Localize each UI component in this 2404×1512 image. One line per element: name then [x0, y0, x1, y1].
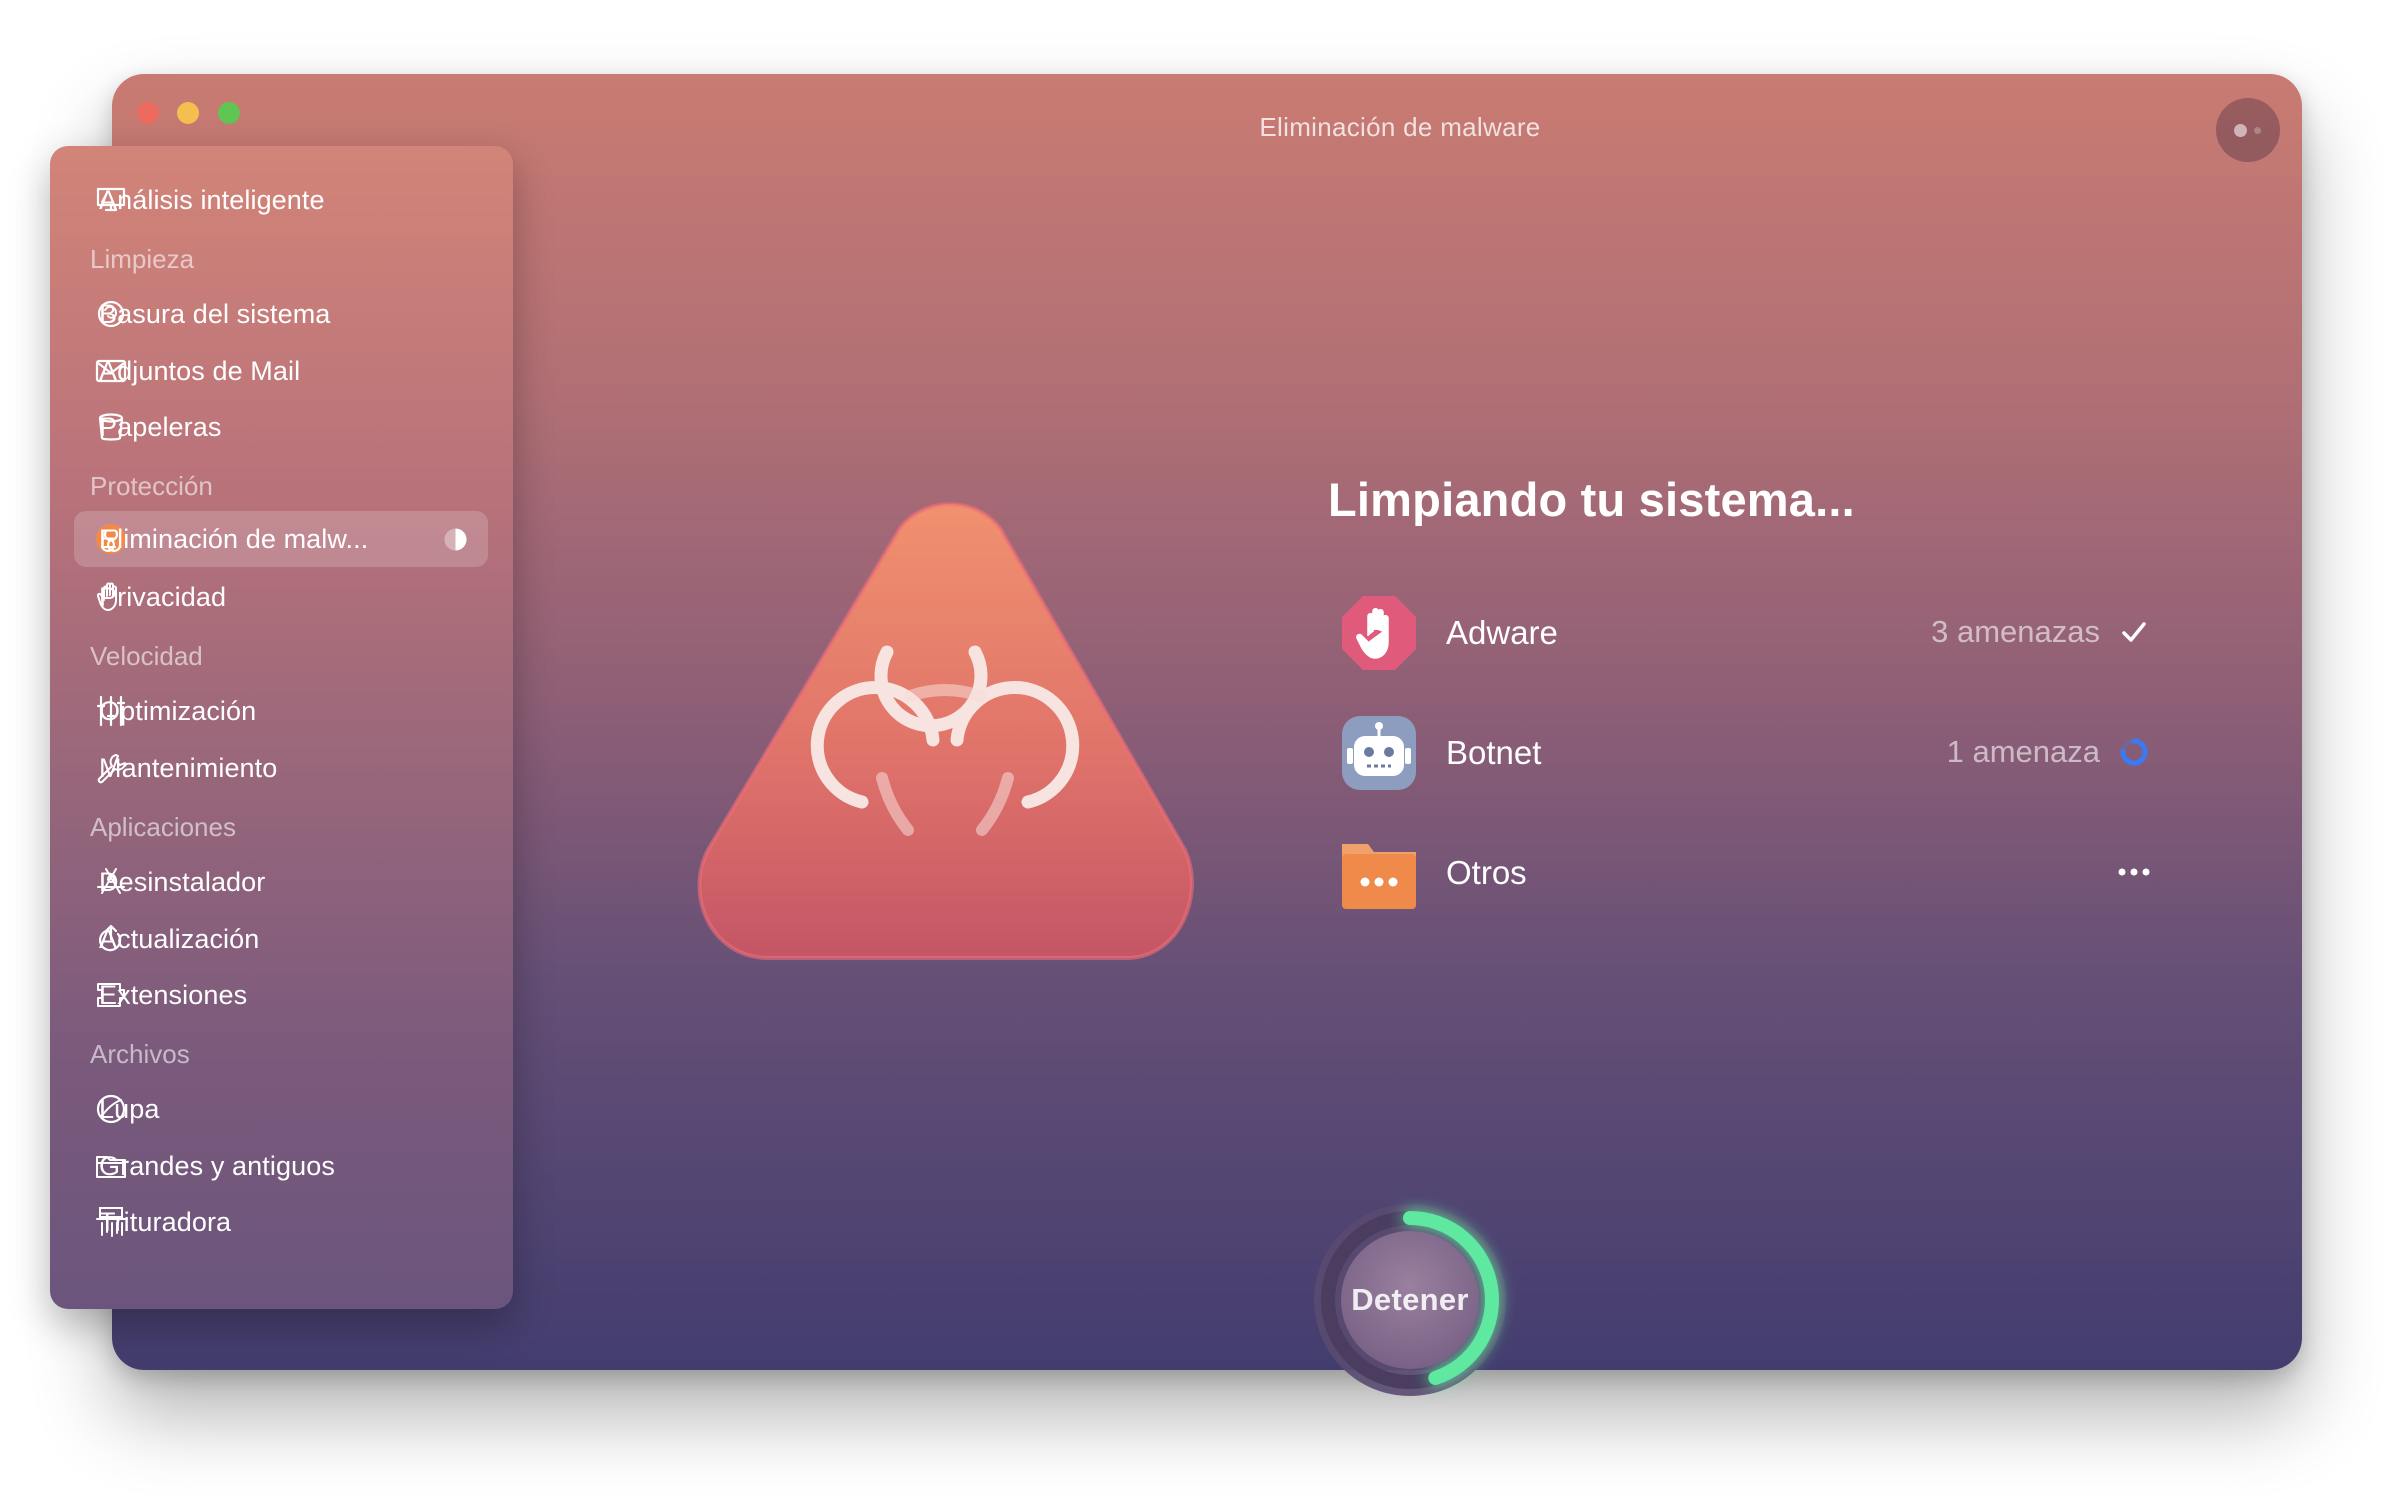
assistant-small-dot-icon — [2254, 127, 2261, 134]
ellipsis-icon — [2118, 868, 2150, 876]
others-folder-icon — [1342, 844, 1416, 909]
sidebar-item-label: Grandes y antiguos — [99, 1151, 335, 1181]
sidebar-item-label: Basura del sistema — [99, 299, 331, 329]
sidebar-item-updater[interactable]: Actualización — [74, 911, 488, 967]
botnet-robot-icon — [1342, 716, 1416, 790]
sidebar-item-label: Mantenimiento — [99, 753, 278, 783]
adware-hand-icon — [1342, 596, 1416, 670]
sidebar-item-maintenance[interactable]: Mantenimiento — [74, 740, 488, 796]
sidebar-section-title: Archivos — [90, 1039, 190, 1069]
sidebar-item-label: Optimización — [99, 696, 257, 726]
biohazard-hero-icon — [697, 502, 1194, 960]
sidebar-item-large-old-files[interactable]: Grandes y antiguos — [74, 1138, 488, 1194]
threat-count: 1 amenaza — [1946, 734, 2100, 769]
sidebar-item-label: Privacidad — [99, 582, 227, 612]
sidebar-item-label: Lupa — [99, 1094, 160, 1124]
stop-control: Detener — [1305, 1195, 1515, 1405]
window-close-button[interactable] — [137, 102, 159, 124]
window-minimize-button[interactable] — [177, 102, 199, 124]
page-heading: Limpiando tu sistema... — [1328, 473, 1855, 526]
sidebar-section-title: Limpieza — [90, 244, 195, 274]
window-maximize-button[interactable] — [218, 102, 240, 124]
threat-name: Otros — [1446, 854, 1527, 891]
stop-button[interactable]: Detener — [1341, 1231, 1479, 1369]
sidebar-item-smart-scan[interactable]: Análisis inteligente — [74, 172, 488, 228]
threat-name: Botnet — [1446, 734, 1542, 771]
sidebar-item-label: Análisis inteligente — [99, 185, 325, 215]
sidebar-item-trash-bins[interactable]: Papeleras — [74, 399, 488, 455]
sidebar-item-system-junk[interactable]: Basura del sistema — [74, 286, 488, 342]
sidebar-item-label: Actualización — [99, 924, 260, 954]
sidebar-item-mail-attachments[interactable]: Adjuntos de Mail — [74, 343, 488, 399]
sidebar-item-lens[interactable]: Lupa — [74, 1081, 488, 1137]
threat-row-botnet[interactable]: Botnet 1 amenaza — [1340, 710, 2160, 796]
assistant-dot-icon — [2234, 124, 2247, 137]
sidebar: Análisis inteligente Limpieza Basura del… — [50, 146, 513, 1309]
threat-row-others[interactable]: Otros — [1340, 830, 2160, 916]
sidebar-item-malware-removal[interactable]: Eliminación de malw... — [74, 511, 488, 567]
threat-count: 3 amenazas — [1931, 614, 2100, 649]
scanning-spinner-icon — [2120, 738, 2148, 766]
sidebar-item-label: Extensiones — [99, 980, 248, 1010]
sidebar-item-uninstaller[interactable]: Desinstalador — [74, 854, 488, 910]
sidebar-section-title: Velocidad — [90, 641, 203, 671]
sidebar-item-label: Desinstalador — [99, 867, 266, 897]
sidebar-section-title: Aplicaciones — [90, 812, 236, 842]
checkmark-icon — [2122, 622, 2146, 642]
sidebar-item-extensions[interactable]: Extensiones — [74, 967, 488, 1023]
sidebar-item-shredder[interactable]: Trituradora — [74, 1194, 488, 1250]
sidebar-section-title: Protección — [90, 471, 213, 501]
progress-pie-icon — [444, 528, 467, 551]
sidebar-item-label: Adjuntos de Mail — [99, 356, 301, 386]
assistant-button[interactable] — [2216, 98, 2280, 162]
sidebar-item-optimization[interactable]: Optimización — [74, 683, 488, 739]
window-title: Eliminación de malware — [1259, 112, 1541, 142]
threat-row-adware[interactable]: Adware 3 amenazas — [1340, 590, 2160, 676]
sidebar-item-privacy[interactable]: Privacidad — [74, 569, 488, 625]
sidebar-item-label: Papeleras — [99, 412, 222, 442]
sidebar-item-label: Trituradora — [99, 1207, 232, 1237]
sidebar-item-label: Eliminación de malw... — [99, 524, 369, 554]
threat-name: Adware — [1446, 614, 1558, 651]
